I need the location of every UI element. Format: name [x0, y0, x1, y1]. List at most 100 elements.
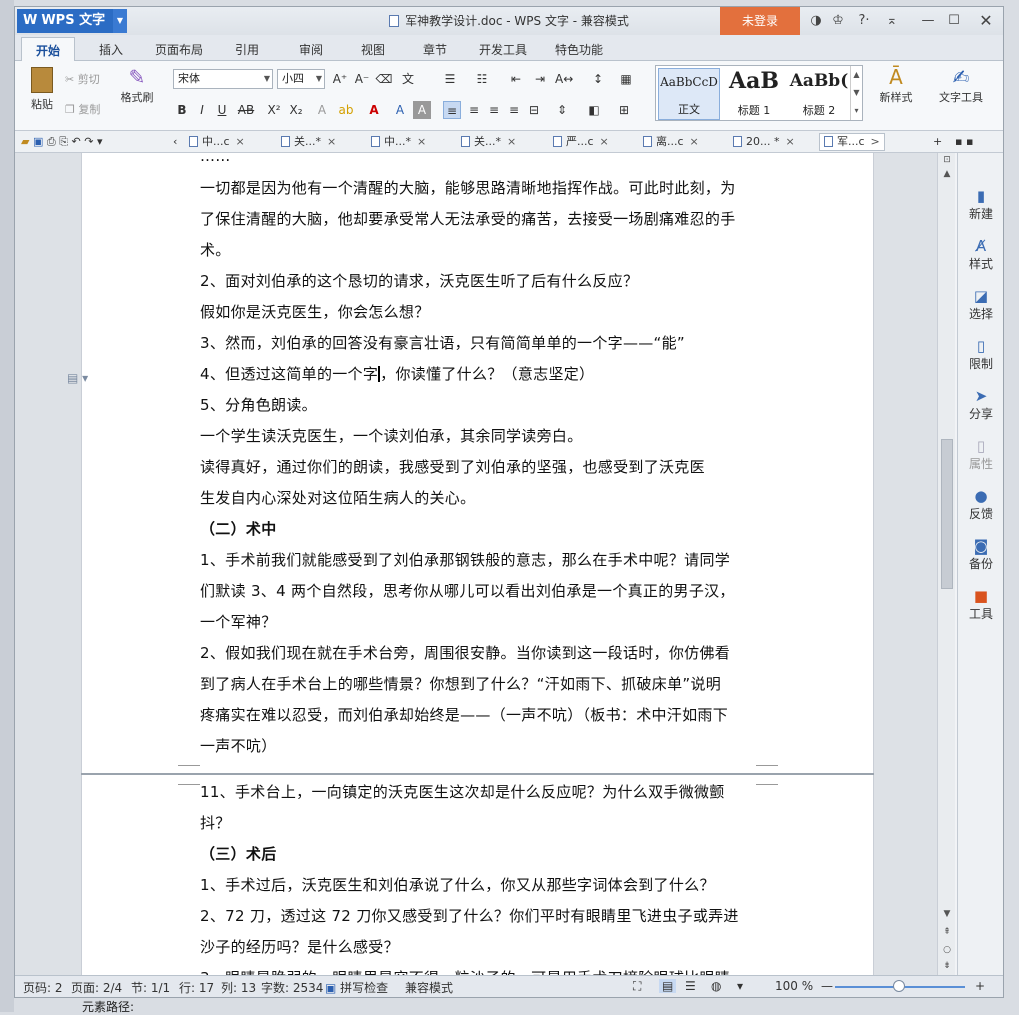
paste-button[interactable]: 粘贴: [25, 65, 59, 123]
subscript-icon[interactable]: X₂: [287, 101, 305, 119]
close-icon[interactable]: ×: [690, 135, 699, 148]
shrink-font-icon[interactable]: A⁻: [353, 70, 371, 88]
doc-tab[interactable]: 中...c ×: [189, 134, 245, 150]
bold-icon[interactable]: B: [173, 101, 191, 119]
style-normal[interactable]: AaBbCcD 正文: [658, 68, 720, 120]
doc-tab[interactable]: 关...* ×: [461, 134, 516, 150]
format-painter-button[interactable]: ✎ 格式刷: [117, 65, 157, 105]
open-icon[interactable]: ▰: [21, 135, 29, 148]
tab-special[interactable]: 特色功能: [555, 41, 603, 58]
style-heading-1[interactable]: AaB 标题 1: [722, 68, 786, 120]
new-style-button[interactable]: Ā 新样式: [871, 65, 921, 105]
italic-icon[interactable]: I: [193, 101, 211, 119]
tab-developer[interactable]: 开发工具: [479, 41, 527, 58]
reading-view-icon[interactable]: ▾: [737, 979, 743, 993]
collapse-ribbon-icon[interactable]: ⌅: [881, 7, 903, 35]
increase-indent-icon[interactable]: ⇥: [531, 70, 549, 88]
highlight-icon[interactable]: ab: [337, 101, 355, 119]
tab-home[interactable]: 开始: [21, 37, 76, 61]
scroll-down-icon[interactable]: ▼: [938, 909, 956, 919]
skin-icon[interactable]: ◑: [805, 7, 827, 35]
clear-format-icon[interactable]: ⌫: [375, 70, 393, 88]
number-list-icon[interactable]: ☷: [473, 70, 491, 88]
underline-icon[interactable]: U: [213, 101, 231, 119]
page-view-icon[interactable]: ▤: [659, 979, 677, 993]
browse-object-icon[interactable]: ○: [938, 945, 956, 955]
shirt-icon[interactable]: ♔: [827, 7, 849, 35]
decrease-indent-icon[interactable]: ⇤: [507, 70, 525, 88]
bullet-list-icon[interactable]: ☰: [441, 70, 459, 88]
char-border-icon[interactable]: A: [413, 101, 431, 119]
chevron-down-icon[interactable]: ▾: [97, 135, 103, 148]
vertical-scrollbar[interactable]: ⊡ ▲ ▼ ⇞ ○ ⇟: [937, 153, 955, 975]
style-button[interactable]: A̸ 样式: [958, 237, 1004, 272]
login-button[interactable]: 未登录: [720, 7, 800, 35]
tabs-next-icon[interactable]: >: [871, 135, 880, 148]
close-button[interactable]: ✕: [975, 7, 997, 35]
doc-tab[interactable]: 中...* ×: [371, 134, 426, 150]
strikethrough-icon[interactable]: AB: [237, 101, 255, 119]
zoom-out-icon[interactable]: —: [821, 979, 833, 993]
print-icon[interactable]: ⎙: [47, 135, 56, 148]
tab-references[interactable]: 引用: [235, 41, 259, 58]
sort-icon[interactable]: ↕: [589, 70, 607, 88]
spell-check-button[interactable]: ▣ 拼写检查: [325, 979, 388, 996]
font-color-icon[interactable]: A: [365, 101, 383, 119]
font-name-select[interactable]: 宋体 ▼: [173, 69, 273, 89]
doc-tab-active[interactable]: 军...c >: [819, 133, 885, 151]
backup-button[interactable]: ◙ 备份: [958, 537, 1004, 572]
shading-icon[interactable]: ◧: [585, 101, 603, 119]
save-icon[interactable]: ▣: [33, 135, 43, 148]
char-shading-icon[interactable]: A: [391, 101, 409, 119]
document-canvas[interactable]: …… 一切都是因为他有一个清醒的大脑，能够思路清晰地指挥作战。可此时此刻，为 了…: [15, 153, 945, 975]
scroll-thumb[interactable]: [941, 439, 953, 589]
tools-button[interactable]: ■ 工具: [958, 587, 1004, 622]
share-button[interactable]: ➤ 分享: [958, 387, 1004, 422]
doc-tab[interactable]: 离...c ×: [643, 134, 699, 150]
style-heading-2[interactable]: AaBb( 标题 2: [788, 68, 850, 120]
text-effect-icon[interactable]: A: [313, 101, 331, 119]
superscript-icon[interactable]: X²: [265, 101, 283, 119]
cut-button[interactable]: ✂ 剪切: [65, 71, 100, 87]
gallery-scroll[interactable]: ▲ ▼ ▾: [850, 66, 862, 120]
feedback-button[interactable]: ● 反馈: [958, 487, 1004, 522]
table-icon[interactable]: ▦: [617, 70, 635, 88]
scroll-up-icon[interactable]: ▲: [938, 169, 956, 179]
outline-view-icon[interactable]: ☰: [685, 979, 696, 993]
redo-icon[interactable]: ↷: [84, 135, 93, 148]
distribute-icon[interactable]: ⊟: [525, 101, 543, 119]
tab-view[interactable]: 视图: [361, 41, 385, 58]
status-word-count[interactable]: 字数: 2534: [261, 979, 323, 996]
help-icon[interactable]: ?·: [849, 7, 879, 35]
select-button[interactable]: ◪ 选择: [958, 287, 1004, 322]
copy-button[interactable]: ❐ 复制: [65, 101, 100, 117]
doc-tab[interactable]: 20... * ×: [733, 134, 795, 150]
wps-logo-button[interactable]: W WPS 文字 ▼: [17, 9, 127, 33]
align-center-icon[interactable]: ≡: [465, 101, 483, 119]
close-icon[interactable]: ×: [327, 135, 336, 148]
tab-review[interactable]: 审阅: [299, 41, 323, 58]
split-icon[interactable]: ⊡: [938, 155, 956, 165]
tab-chapter[interactable]: 章节: [423, 41, 447, 58]
new-button[interactable]: ▮ 新建: [958, 187, 1004, 222]
close-icon[interactable]: ×: [785, 135, 794, 148]
tab-menu-icon[interactable]: ▪ ▪: [955, 134, 973, 150]
close-icon[interactable]: ×: [600, 135, 609, 148]
print-preview-icon[interactable]: ⎘: [59, 135, 68, 148]
doc-tab[interactable]: 关...* ×: [281, 134, 336, 150]
phonetic-icon[interactable]: 文: [399, 70, 417, 88]
restrict-button[interactable]: ▯ 限制: [958, 337, 1004, 372]
zoom-level[interactable]: 100 %: [775, 979, 813, 993]
zoom-in-icon[interactable]: +: [975, 979, 985, 993]
doc-tab[interactable]: 严...c ×: [553, 134, 609, 150]
close-icon[interactable]: ×: [417, 135, 426, 148]
close-icon[interactable]: ×: [507, 135, 516, 148]
tab-insert[interactable]: 插入: [99, 41, 123, 58]
tabs-prev-icon[interactable]: ‹: [173, 134, 177, 150]
maximize-button[interactable]: ☐: [943, 7, 965, 35]
align-left-icon[interactable]: ≡: [443, 101, 461, 119]
grow-font-icon[interactable]: A⁺: [331, 70, 349, 88]
undo-icon[interactable]: ↶: [72, 135, 81, 148]
border-icon[interactable]: ⊞: [615, 101, 633, 119]
fullscreen-icon[interactable]: ⛶: [633, 979, 641, 994]
